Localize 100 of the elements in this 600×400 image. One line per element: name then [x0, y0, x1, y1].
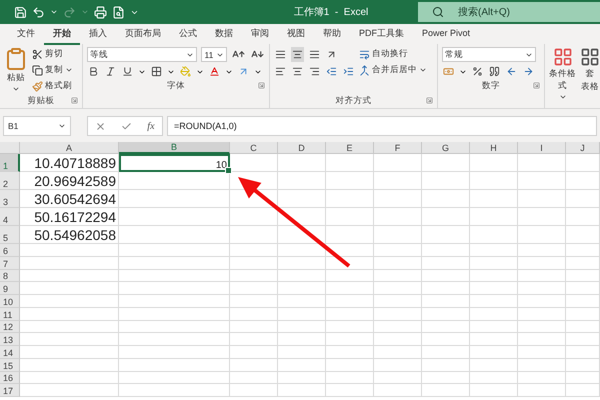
print-preview-icon[interactable]	[112, 6, 125, 18]
row-header[interactable]: 10	[0, 295, 20, 308]
ribbon-tab[interactable]: PDF工具集	[350, 24, 413, 44]
table-cell	[566, 295, 600, 308]
table-cell	[518, 282, 566, 295]
column-header[interactable]: I	[518, 142, 566, 154]
ribbon-tab[interactable]: 帮助	[314, 24, 350, 44]
table-format-button[interactable]: 套 表格	[580, 47, 600, 108]
table-cell: 50.16172294	[20, 208, 119, 226]
ribbon-tab[interactable]: 文件	[8, 24, 44, 44]
group-label: 字体	[167, 80, 185, 92]
table-cell	[278, 346, 326, 359]
ribbon-tab[interactable]: 插入	[80, 24, 116, 44]
row-header[interactable]: 6	[0, 244, 20, 257]
name-box[interactable]: B1	[3, 116, 71, 136]
row-header[interactable]: 2	[0, 172, 20, 190]
row-header[interactable]: 12	[0, 320, 20, 334]
align-middle-icon[interactable]	[291, 47, 304, 62]
row-header[interactable]: 8	[0, 270, 20, 282]
font-size-field[interactable]: 11	[201, 47, 227, 62]
row-header[interactable]: 15	[0, 358, 20, 372]
table-cell	[566, 384, 600, 397]
ribbon-tab[interactable]: 审阅	[242, 24, 278, 44]
table-cell	[374, 346, 422, 359]
row-header[interactable]: 14	[0, 346, 20, 359]
column-header[interactable]: E	[326, 142, 374, 154]
row-header[interactable]: 11	[0, 308, 20, 320]
printer-icon[interactable]	[94, 6, 107, 18]
column-header[interactable]: B	[119, 142, 230, 154]
fill-color-icon[interactable]	[179, 64, 192, 79]
table-cell	[230, 244, 278, 257]
undo-icon[interactable]	[32, 6, 45, 18]
ribbon-tab[interactable]: 数据	[206, 24, 242, 44]
column-header[interactable]: F	[374, 142, 422, 154]
table-cell	[518, 295, 566, 308]
formula-field[interactable]: =ROUND(A1,0)	[167, 116, 597, 136]
table-cell	[422, 190, 470, 208]
table-cell	[230, 226, 278, 244]
ribbon-tab[interactable]: Power Pivot	[413, 25, 480, 43]
font-name-field[interactable]: 等线	[87, 47, 198, 62]
insert-function-button[interactable]: fx	[147, 120, 155, 132]
row-header[interactable]: 13	[0, 333, 20, 346]
row-header[interactable]: 16	[0, 372, 20, 384]
dialog-launcher-icon[interactable]	[71, 97, 78, 104]
table-cell	[374, 308, 422, 320]
format-painter-button[interactable]: 格式刷	[32, 79, 73, 93]
table-cell	[326, 295, 374, 308]
row-header[interactable]: 5	[0, 226, 20, 244]
column-header[interactable]: D	[278, 142, 326, 154]
number-format-field[interactable]: 常规	[442, 47, 536, 62]
fill-handle[interactable]	[225, 167, 232, 174]
column-header[interactable]: J	[566, 142, 600, 154]
column-header[interactable]: H	[470, 142, 518, 154]
enter-icon[interactable]	[121, 120, 132, 132]
save-icon[interactable]	[14, 6, 27, 18]
dialog-launcher-icon[interactable]	[533, 82, 540, 89]
paste-button[interactable]: 粘贴	[4, 47, 28, 94]
table-cell	[566, 256, 600, 270]
borders-icon[interactable]	[150, 64, 163, 79]
column-header[interactable]: A	[20, 142, 119, 154]
merge-center-button[interactable]: 合并后居中	[359, 63, 427, 77]
table-cell	[230, 346, 278, 359]
row-header[interactable]: 1	[0, 154, 20, 172]
conditional-formatting-button[interactable]: 条件格式	[549, 47, 576, 108]
table-cell	[422, 333, 470, 346]
table-cell	[566, 190, 600, 208]
row-header[interactable]: 17	[0, 384, 20, 397]
table-cell	[470, 154, 518, 172]
dialog-launcher-icon[interactable]	[258, 82, 265, 89]
copy-button[interactable]: 复制	[32, 63, 73, 77]
table-cell	[422, 270, 470, 282]
table-cell	[230, 372, 278, 384]
wrap-text-button[interactable]: 自动换行	[359, 47, 427, 61]
column-header[interactable]: G	[422, 142, 470, 154]
table-cell	[278, 384, 326, 397]
table-cell	[470, 346, 518, 359]
column-header[interactable]: C	[230, 142, 278, 154]
cut-button[interactable]: 剪切	[32, 47, 73, 61]
table-cell	[278, 282, 326, 295]
comma-icon[interactable]	[488, 64, 501, 79]
ribbon-tab[interactable]: 公式	[170, 24, 206, 44]
table-cell	[374, 244, 422, 257]
dialog-launcher-icon[interactable]	[426, 97, 433, 104]
search-field[interactable]: 搜索(Alt+Q)	[418, 2, 600, 22]
table-cell	[374, 208, 422, 226]
ribbon-tab[interactable]: 页面布局	[116, 24, 170, 44]
table-cell: 10	[119, 154, 230, 172]
table-cell	[326, 320, 374, 334]
table-cell	[518, 226, 566, 244]
table-cell	[518, 346, 566, 359]
table-cell	[470, 384, 518, 397]
row-header[interactable]: 9	[0, 282, 20, 295]
table-cell	[326, 154, 374, 172]
ribbon-tab[interactable]: 视图	[278, 24, 314, 44]
caret-icon	[12, 85, 20, 93]
row-header[interactable]: 4	[0, 208, 20, 226]
row-header[interactable]: 3	[0, 190, 20, 208]
cancel-icon[interactable]	[95, 120, 106, 132]
row-header[interactable]: 7	[0, 256, 20, 270]
ribbon-tab[interactable]: 开始	[44, 24, 80, 44]
